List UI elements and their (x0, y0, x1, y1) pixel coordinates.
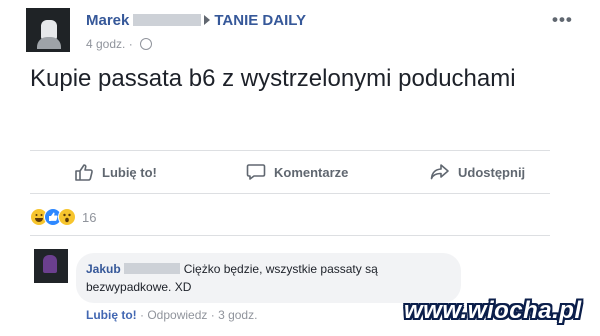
comment-icon (246, 164, 266, 180)
post-text: Kupie passata b6 z wystrzelonymi poducha… (30, 65, 516, 92)
blurred-surname (123, 263, 180, 274)
comment-reply-link[interactable]: Odpowiedz (147, 308, 207, 322)
comment-first-line: Jakub Ciężko będzie, wszystkie passaty są (86, 262, 378, 276)
blurred-surname (133, 14, 202, 26)
like-button[interactable]: Lubię to! (74, 163, 157, 181)
divider-bottom (30, 193, 550, 194)
comment-time[interactable]: 3 godz. (218, 308, 257, 322)
comment-actions: Lubię to! · Odpowiedz · 3 godz. (86, 308, 257, 322)
reaction-count: 16 (82, 209, 97, 225)
comment-text-line1: Ciężko będzie, wszystkie passaty są (183, 262, 378, 276)
arrow-right-icon (204, 15, 211, 25)
author-avatar[interactable] (26, 8, 70, 52)
comment-text-line2: bezwypadkowe. XD (86, 280, 192, 294)
commenter-avatar[interactable] (34, 249, 68, 283)
divider-top (30, 150, 550, 151)
separator: · (140, 308, 144, 322)
avatar-figure-body (37, 37, 61, 49)
author-name[interactable]: Marek (86, 12, 129, 29)
share-button[interactable]: Udostępnij (430, 163, 525, 181)
globe-icon (140, 38, 153, 50)
comment-bubble (76, 253, 461, 303)
divider-comments (30, 235, 550, 236)
separator: · (210, 308, 215, 322)
share-label: Udostępnij (458, 164, 526, 180)
post-header: Marek TANIE DAILY (86, 12, 306, 29)
more-options-button[interactable]: ••• (552, 10, 573, 30)
post-time[interactable]: 4 godz. (86, 37, 125, 51)
comment-button[interactable]: Komentarze (246, 163, 348, 181)
commenter-name[interactable]: Jakub (86, 262, 121, 276)
share-icon (430, 164, 449, 180)
group-name[interactable]: TANIE DAILY (214, 12, 306, 29)
avatar-figure (43, 255, 57, 273)
post-meta: 4 godz. · (86, 37, 153, 51)
like-label: Lubię to! (102, 164, 157, 180)
wow-icon (58, 208, 76, 226)
post-card: Marek TANIE DAILY 4 godz. · ••• Kupie pas… (0, 0, 600, 336)
comment-like-link[interactable]: Lubię to! (86, 308, 137, 322)
thumbs-up-icon (75, 164, 93, 181)
comment-label: Komentarze (274, 164, 349, 180)
reactions-summary[interactable]: 16 (30, 208, 96, 226)
watermark: www.wiocha.pl (404, 297, 582, 324)
